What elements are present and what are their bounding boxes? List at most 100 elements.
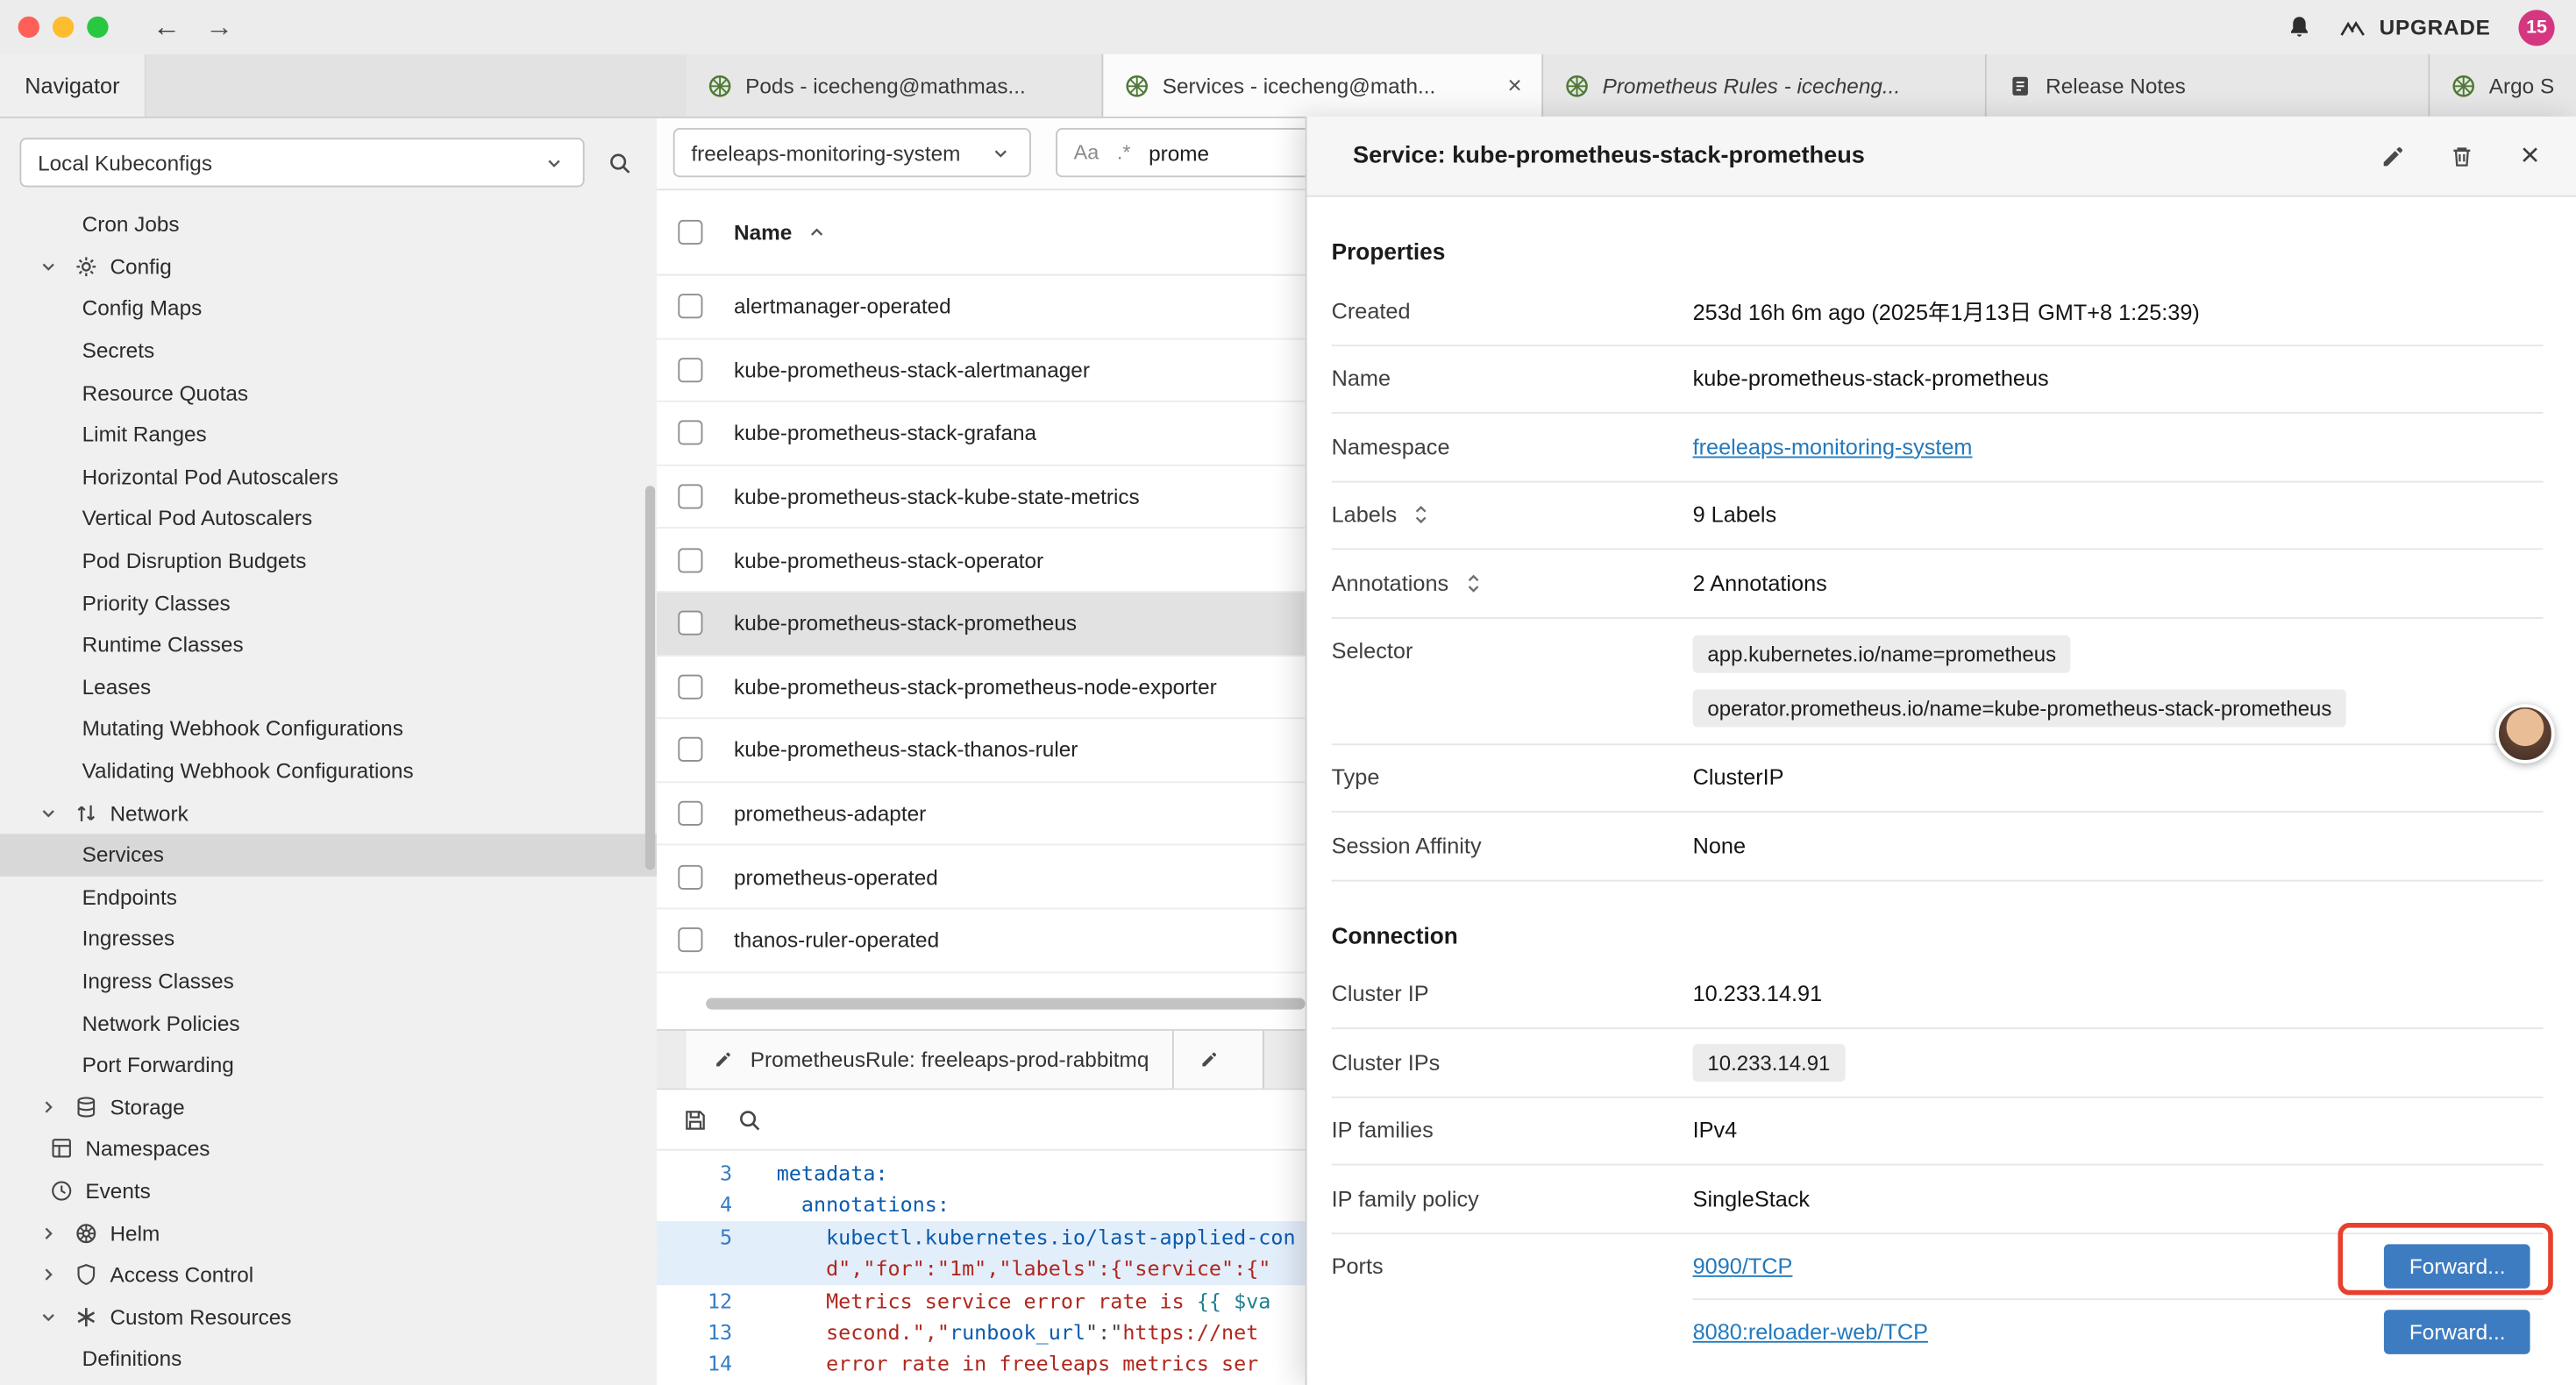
sidebar-item-vertical-pod-autoscalers[interactable]: Vertical Pod Autoscalers	[0, 498, 657, 540]
tab-argo-s[interactable]: Argo S	[2430, 54, 2576, 117]
row-checkbox[interactable]	[678, 485, 702, 509]
sidebar-item-namespaces[interactable]: Namespaces	[0, 1128, 657, 1170]
sidebar-item-pod-disruption-budgets[interactable]: Pod Disruption Budgets	[0, 540, 657, 582]
section-title: Connection	[1332, 921, 2544, 948]
sidebar-item-ingresses[interactable]: Ingresses	[0, 918, 657, 960]
save-icon[interactable]	[681, 1106, 708, 1133]
dock-tab-prometheusrule[interactable]: PrometheusRule: freeleaps-prod-rabbitmq	[687, 1031, 1174, 1089]
app-window: ← → UPGRADE 15 Navigator Pods - icecheng…	[0, 0, 2576, 1385]
row-checkbox[interactable]	[678, 548, 702, 572]
port-link[interactable]: 9090/TCP	[1693, 1254, 1793, 1278]
sidebar-item-access-control[interactable]: Access Control	[0, 1254, 657, 1296]
regex-toggle[interactable]: .*	[1117, 141, 1131, 164]
select-all-checkbox[interactable]	[678, 220, 702, 245]
sidebar-item-runtime-classes[interactable]: Runtime Classes	[0, 623, 657, 665]
row-checkbox[interactable]	[678, 421, 702, 445]
sidebar-item-events[interactable]: Events	[0, 1169, 657, 1211]
tab-pods-icecheng-mathmas[interactable]: Pods - icecheng@mathmas...	[687, 54, 1104, 117]
navigator-header[interactable]: Navigator	[0, 54, 146, 117]
window-maximize-button[interactable]	[87, 17, 108, 38]
back-button[interactable]: ←	[153, 13, 181, 41]
sidebar-item-helm[interactable]: Helm	[0, 1211, 657, 1254]
sidebar-item-services[interactable]: Services	[0, 834, 657, 876]
row-checkbox[interactable]	[678, 295, 702, 319]
property-label: Cluster IPs	[1332, 1050, 1693, 1075]
property-row-namespace: Namespacefreeleaps-monitoring-system	[1332, 414, 2544, 482]
sidebar-item-priority-classes[interactable]: Priority Classes	[0, 582, 657, 624]
code-text: second.","runbook_url":"https://net	[760, 1317, 1258, 1348]
sidebar-item-custom-resources[interactable]: Custom Resources	[0, 1296, 657, 1338]
tab-services-icecheng-math[interactable]: Services - icecheng@math...×	[1103, 54, 1543, 117]
sidebar-item-label: Definitions	[82, 1346, 182, 1371]
property-label: Annotations	[1332, 570, 1693, 596]
sidebar-item-label: Resource Quotas	[82, 380, 248, 405]
forward-button-9090[interactable]: Forward...	[2385, 1244, 2530, 1289]
sidebar-item-validating-webhook-configurations[interactable]: Validating Webhook Configurations	[0, 749, 657, 792]
forward-button[interactable]: Forward...	[2385, 1310, 2530, 1355]
sidebar-item-config[interactable]: Config	[0, 245, 657, 288]
edit-service-button[interactable]	[2373, 143, 2412, 169]
property-value: ClusterIP	[1693, 765, 1784, 790]
namespace-filter-value: freeleaps-monitoring-system	[691, 140, 960, 165]
window-minimize-button[interactable]	[53, 17, 74, 38]
sidebar-item-endpoints[interactable]: Endpoints	[0, 876, 657, 918]
row-checkbox[interactable]	[678, 611, 702, 636]
sidebar-item-cron-jobs[interactable]: Cron Jobs	[0, 203, 657, 245]
tab-release-notes[interactable]: Release Notes	[1987, 54, 2430, 117]
namespace-filter[interactable]: freeleaps-monitoring-system	[673, 128, 1031, 177]
column-header-name[interactable]: Name	[734, 219, 829, 245]
sidebar-item-network[interactable]: Network	[0, 792, 657, 834]
window-close-button[interactable]	[18, 17, 39, 38]
property-value: IPv4	[1693, 1119, 1738, 1143]
kubeconfig-selector-label: Local Kubeconfigs	[38, 150, 212, 174]
row-checkbox[interactable]	[678, 738, 702, 763]
sidebar-item-resource-quotas[interactable]: Resource Quotas	[0, 372, 657, 414]
upgrade-icon	[2340, 14, 2366, 40]
delete-service-button[interactable]	[2441, 143, 2480, 169]
sidebar-item-definitions[interactable]: Definitions	[0, 1338, 657, 1380]
notification-count-badge[interactable]: 15	[2518, 9, 2554, 45]
pencil-icon	[709, 1047, 736, 1073]
drawer-header: Service: kube-prometheus-stack-prometheu…	[1307, 117, 2576, 197]
row-checkbox[interactable]	[678, 864, 702, 889]
sidebar-item-label: Custom Resources	[110, 1304, 291, 1329]
dock-tab-next[interactable]	[1173, 1031, 1263, 1089]
editor-search-icon[interactable]	[736, 1106, 762, 1133]
upgrade-button[interactable]: UPGRADE	[2340, 14, 2491, 40]
row-checkbox[interactable]	[678, 801, 702, 826]
sidebar-item-mutating-webhook-configurations[interactable]: Mutating Webhook Configurations	[0, 707, 657, 749]
notifications-bell-icon[interactable]	[2286, 14, 2312, 40]
user-avatar[interactable]	[2495, 704, 2554, 763]
horizontal-scrollbar[interactable]	[706, 998, 1305, 1009]
storage-icon	[72, 1094, 98, 1120]
property-label: Name	[1332, 366, 1693, 391]
forward-button-nav[interactable]: →	[205, 13, 233, 41]
sidebar-item-label: Network	[110, 800, 188, 825]
sidebar-search-icon[interactable]	[594, 138, 644, 187]
tab-close-icon[interactable]: ×	[1498, 71, 1522, 99]
property-row-ip-family-policy: IP family policySingleStack	[1332, 1165, 2544, 1233]
sidebar-item-network-policies[interactable]: Network Policies	[0, 1002, 657, 1044]
tab-prometheus-rules-icecheng[interactable]: Prometheus Rules - icecheng...	[1543, 54, 1987, 117]
sidebar-item-storage[interactable]: Storage	[0, 1086, 657, 1128]
sidebar-item-config-maps[interactable]: Config Maps	[0, 288, 657, 330]
property-value[interactable]: freeleaps-monitoring-system	[1693, 435, 1973, 459]
kubeconfig-selector[interactable]: Local Kubeconfigs	[19, 138, 584, 187]
row-checkbox[interactable]	[678, 358, 702, 382]
sidebar-item-ingress-classes[interactable]: Ingress Classes	[0, 960, 657, 1002]
row-checkbox[interactable]	[678, 674, 702, 699]
sidebar-item-horizontal-pod-autoscalers[interactable]: Horizontal Pod Autoscalers	[0, 456, 657, 498]
drawer-close-icon[interactable]: ×	[2510, 137, 2550, 174]
chevron-right-icon	[34, 1261, 60, 1288]
port-link[interactable]: 8080:reloader-web/TCP	[1693, 1320, 1928, 1345]
sidebar-item-limit-ranges[interactable]: Limit Ranges	[0, 414, 657, 456]
search-input[interactable]: prome	[1149, 140, 1209, 165]
row-checkbox[interactable]	[678, 927, 702, 952]
sidebar-item-port-forwarding[interactable]: Port Forwarding	[0, 1044, 657, 1086]
sidebar-item-leases[interactable]: Leases	[0, 665, 657, 707]
match-case-toggle[interactable]: Aa	[1074, 141, 1099, 164]
sidebar-scrollbar[interactable]	[645, 486, 655, 870]
tab-label: Prometheus Rules - icecheng...	[1603, 73, 1901, 97]
sidebar-item-secrets[interactable]: Secrets	[0, 330, 657, 372]
property-row-name: Namekube-prometheus-stack-prometheus	[1332, 345, 2544, 414]
